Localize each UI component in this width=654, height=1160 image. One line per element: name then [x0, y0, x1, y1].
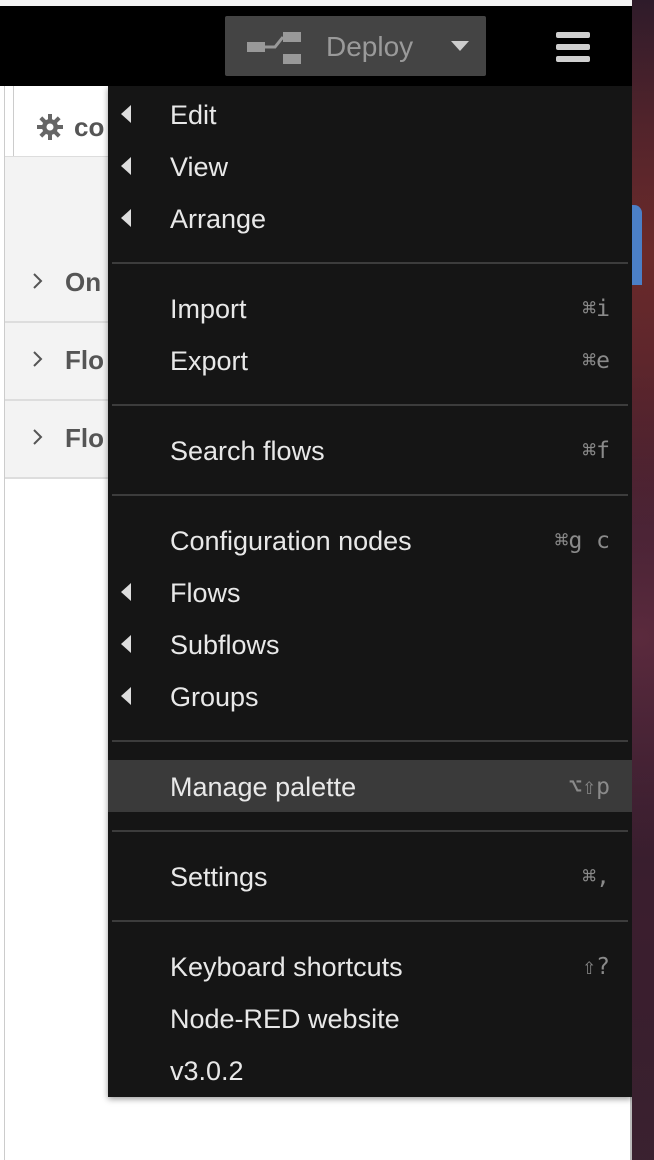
menu-divider — [112, 494, 628, 496]
menu-item-label: Search flows — [170, 436, 325, 466]
deploy-label: Deploy — [326, 31, 414, 62]
menu-item-label: Import — [170, 294, 247, 324]
hamburger-menu-icon-bar — [556, 44, 590, 50]
section-label: On — [65, 267, 102, 297]
menu-item-label: Flows — [170, 578, 241, 608]
menu-divider — [112, 920, 628, 922]
tab-config-label: co — [74, 112, 105, 142]
menu-item-node-red-website[interactable]: Node-RED website — [108, 992, 632, 1044]
header-bar: Deploy — [0, 6, 632, 86]
menu-divider — [112, 262, 628, 264]
menu-item-view[interactable]: View — [108, 140, 632, 192]
menu-item-version: v3.0.2 — [108, 1044, 632, 1096]
menu-item-shortcut: ⇧? — [582, 954, 610, 980]
menu-divider — [112, 830, 628, 832]
deploy-options-caret-icon[interactable] — [451, 41, 469, 51]
menu-item-groups[interactable]: Groups — [108, 670, 632, 722]
menu-item-label: Node-RED website — [170, 1004, 400, 1034]
menu-item-shortcut: ⌘g c — [554, 528, 610, 554]
desktop-background — [632, 0, 654, 1160]
hamburger-menu-button[interactable] — [540, 20, 604, 72]
app-window: Deploy co On Flo Flo Edit View Arrange I… — [0, 0, 632, 1160]
chevron-right-icon — [33, 351, 43, 367]
main-menu-dropdown: Edit View Arrange Import ⌘i Export ⌘e Se… — [108, 86, 632, 1097]
menu-item-label: Settings — [170, 862, 268, 892]
section-label: Flo — [65, 345, 104, 375]
window-edge-tab — [632, 205, 642, 285]
menu-item-label: Manage palette — [170, 772, 357, 802]
menu-item-label: Arrange — [170, 204, 267, 234]
menu-item-export[interactable]: Export ⌘e — [108, 334, 632, 386]
section-label: Flo — [65, 423, 104, 453]
menu-item-label: Groups — [170, 682, 259, 712]
menu-item-label: Configuration nodes — [170, 526, 412, 556]
chevron-right-icon — [33, 429, 43, 445]
submenu-arrow-icon — [121, 157, 131, 175]
menu-item-label: Export — [170, 346, 249, 376]
hamburger-menu-icon — [556, 32, 590, 38]
version-label: v3.0.2 — [170, 1056, 244, 1086]
menu-item-label: Subflows — [170, 630, 280, 660]
menu-item-manage-palette[interactable]: Manage palette ⌥⇧p — [108, 760, 632, 812]
menu-divider — [112, 740, 628, 742]
menu-divider — [112, 404, 628, 406]
submenu-arrow-icon — [121, 209, 131, 227]
submenu-arrow-icon — [121, 105, 131, 123]
menu-item-label: Keyboard shortcuts — [170, 952, 403, 982]
menu-item-flows[interactable]: Flows — [108, 566, 632, 618]
menu-item-shortcut: ⌥⇧p — [568, 774, 610, 800]
menu-item-label: View — [170, 152, 229, 182]
menu-item-import[interactable]: Import ⌘i — [108, 282, 632, 334]
deploy-icon — [247, 32, 301, 64]
gear-icon — [37, 114, 63, 140]
hamburger-menu-icon-bar — [556, 56, 590, 62]
menu-item-edit[interactable]: Edit — [108, 88, 632, 140]
submenu-arrow-icon — [121, 635, 131, 653]
menu-item-arrange[interactable]: Arrange — [108, 192, 632, 244]
menu-item-shortcut: ⌘i — [582, 296, 610, 322]
menu-item-keyboard-shortcuts[interactable]: Keyboard shortcuts ⇧? — [108, 940, 632, 992]
submenu-arrow-icon — [121, 687, 131, 705]
menu-item-shortcut: ⌘, — [582, 864, 610, 890]
menu-item-shortcut: ⌘e — [582, 348, 610, 374]
menu-item-shortcut: ⌘f — [582, 438, 610, 464]
menu-item-subflows[interactable]: Subflows — [108, 618, 632, 670]
menu-item-label: Edit — [170, 100, 217, 130]
menu-item-configuration-nodes[interactable]: Configuration nodes ⌘g c — [108, 514, 632, 566]
deploy-button[interactable]: Deploy — [225, 16, 486, 76]
menu-item-search-flows[interactable]: Search flows ⌘f — [108, 424, 632, 476]
menu-item-settings[interactable]: Settings ⌘, — [108, 850, 632, 902]
chevron-right-icon — [33, 273, 43, 289]
submenu-arrow-icon — [121, 583, 131, 601]
